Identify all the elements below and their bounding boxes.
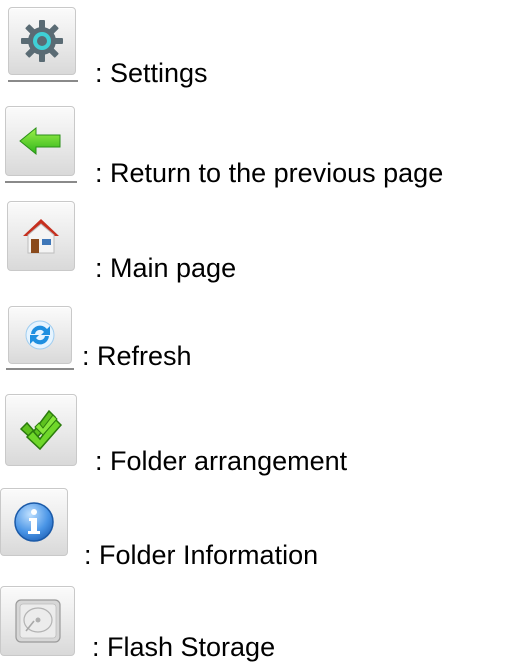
folder-info-label: : Folder Information [84, 540, 319, 570]
info-icon [12, 500, 56, 544]
home-button[interactable] [7, 201, 75, 271]
underline [5, 181, 77, 183]
back-label: : Return to the previous page [95, 158, 444, 188]
underline [8, 80, 78, 82]
folder-info-button[interactable] [0, 488, 68, 556]
home-label: : Main page [95, 253, 237, 283]
gear-icon [19, 18, 65, 64]
settings-label: : Settings [95, 58, 208, 88]
folder-arrangement-button[interactable] [5, 394, 77, 466]
refresh-button[interactable] [8, 306, 72, 364]
hard-drive-icon [12, 597, 64, 645]
flash-storage-button[interactable] [0, 586, 75, 656]
folder-arrangement-label: : Folder arrangement [95, 446, 348, 476]
checkmarks-icon [17, 407, 65, 453]
home-icon [21, 216, 61, 256]
back-button[interactable] [5, 106, 75, 176]
back-arrow-icon [18, 126, 62, 156]
flash-storage-label: : Flash Storage [92, 632, 276, 662]
settings-button[interactable] [8, 7, 76, 75]
refresh-icon [23, 318, 57, 352]
underline [6, 368, 74, 370]
refresh-label: : Refresh [82, 341, 192, 371]
